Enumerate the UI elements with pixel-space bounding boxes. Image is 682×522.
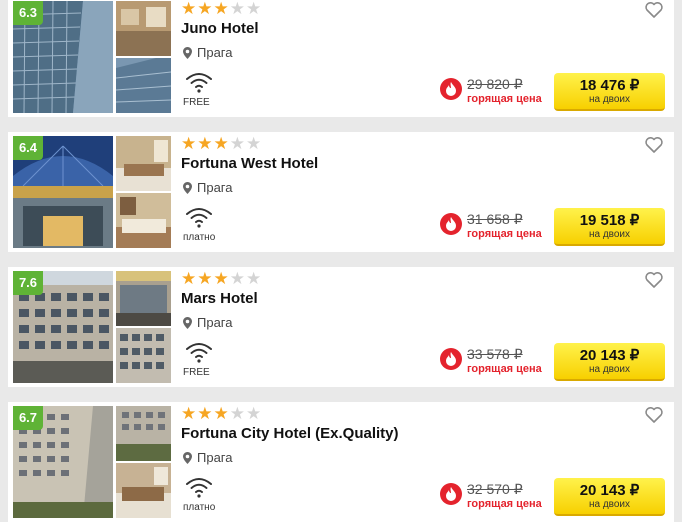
wifi-icon xyxy=(186,73,212,93)
price-note: на двоих xyxy=(588,94,631,105)
hotel-location: Прага xyxy=(183,45,233,60)
star-icon: ★ xyxy=(246,134,263,153)
favorite-heart-icon[interactable] xyxy=(644,270,664,290)
price-amount: 20 143 ₽ xyxy=(579,347,640,364)
price-button[interactable]: 19 518 ₽ на двоих xyxy=(554,208,665,246)
star-icon: ★ xyxy=(229,269,246,288)
wifi-label: платно xyxy=(183,502,216,513)
hotel-card[interactable]: 6.3 ★★★★★ Juno Hotel Прага FREE 29 820 ₽… xyxy=(8,0,674,117)
hotel-photo-thumb[interactable] xyxy=(116,1,171,56)
city-label: Прага xyxy=(197,450,233,465)
hot-price-flame-icon xyxy=(440,78,462,100)
star-icon: ★ xyxy=(197,404,214,423)
hotel-photo-thumb[interactable] xyxy=(116,58,171,113)
hotel-name[interactable]: Fortuna City Hotel (Ex.Quality) xyxy=(181,425,399,442)
city-label: Прага xyxy=(197,180,233,195)
wifi-icon xyxy=(186,478,212,498)
hotel-photo-thumb[interactable] xyxy=(116,406,171,461)
star-icon: ★ xyxy=(246,269,263,288)
hotel-photo-thumb[interactable] xyxy=(116,328,171,383)
star-rating: ★★★★★ xyxy=(181,135,262,153)
price-button[interactable]: 18 476 ₽ на двоих xyxy=(554,73,665,111)
hotel-location: Прага xyxy=(183,450,233,465)
hotel-photo-thumb[interactable] xyxy=(116,193,171,248)
old-price: 31 658 ₽ xyxy=(467,211,523,227)
hot-price-flame-icon xyxy=(440,348,462,370)
price-amount: 19 518 ₽ xyxy=(579,212,640,229)
rating-badge: 6.3 xyxy=(13,1,43,25)
hot-price-label: горящая цена xyxy=(467,93,542,105)
hotel-name[interactable]: Fortuna West Hotel xyxy=(181,155,318,172)
star-rating: ★★★★★ xyxy=(181,270,262,288)
star-icon: ★ xyxy=(229,0,246,18)
star-rating: ★★★★★ xyxy=(181,405,262,423)
price-button[interactable]: 20 143 ₽ на двоих xyxy=(554,343,665,381)
star-icon: ★ xyxy=(197,269,214,288)
star-icon: ★ xyxy=(213,134,230,153)
hot-price-flame-icon xyxy=(440,213,462,235)
hotel-card[interactable]: 6.7 ★★★★★ Fortuna City Hotel (Ex.Quality… xyxy=(8,402,674,522)
rating-badge: 6.4 xyxy=(13,136,43,160)
rating-badge: 6.7 xyxy=(13,406,43,430)
star-icon: ★ xyxy=(197,0,214,18)
wifi-label: FREE xyxy=(183,367,210,378)
star-icon: ★ xyxy=(213,269,230,288)
location-pin-icon xyxy=(183,451,192,464)
star-icon: ★ xyxy=(181,134,198,153)
hot-price-label: горящая цена xyxy=(467,498,542,510)
star-icon: ★ xyxy=(229,134,246,153)
price-note: на двоих xyxy=(588,499,631,510)
price-note: на двоих xyxy=(588,229,631,240)
wifi-icon xyxy=(186,343,212,363)
star-icon: ★ xyxy=(181,404,198,423)
price-button[interactable]: 20 143 ₽ на двоих xyxy=(554,478,665,516)
old-price: 33 578 ₽ xyxy=(467,346,523,362)
price-amount: 20 143 ₽ xyxy=(579,482,640,499)
location-pin-icon xyxy=(183,46,192,59)
star-rating: ★★★★★ xyxy=(181,0,262,18)
star-icon: ★ xyxy=(181,269,198,288)
hotel-location: Прага xyxy=(183,315,233,330)
star-icon: ★ xyxy=(197,134,214,153)
hotel-photo-thumb[interactable] xyxy=(116,271,171,326)
wifi-icon xyxy=(186,208,212,228)
city-label: Прага xyxy=(197,45,233,60)
wifi-label: платно xyxy=(183,232,216,243)
hotel-card[interactable]: 7.6 ★★★★★ Mars Hotel Прага FREE 33 578 ₽… xyxy=(8,267,674,387)
price-note: на двоих xyxy=(588,364,631,375)
hotel-location: Прага xyxy=(183,180,233,195)
star-icon: ★ xyxy=(246,0,263,18)
hotel-photo-thumb[interactable] xyxy=(116,136,171,191)
hotel-card[interactable]: 6.4 ★★★★★ Fortuna West Hotel Прага платн… xyxy=(8,132,674,252)
old-price: 29 820 ₽ xyxy=(467,76,523,92)
hotel-name[interactable]: Juno Hotel xyxy=(181,20,259,37)
location-pin-icon xyxy=(183,316,192,329)
favorite-heart-icon[interactable] xyxy=(644,0,664,20)
hot-price-label: горящая цена xyxy=(467,228,542,240)
star-icon: ★ xyxy=(246,404,263,423)
hotel-photo-thumb[interactable] xyxy=(116,463,171,518)
wifi-label: FREE xyxy=(183,97,210,108)
star-icon: ★ xyxy=(181,0,198,18)
hot-price-flame-icon xyxy=(440,483,462,505)
star-icon: ★ xyxy=(229,404,246,423)
price-amount: 18 476 ₽ xyxy=(579,77,640,94)
rating-badge: 7.6 xyxy=(13,271,43,295)
location-pin-icon xyxy=(183,181,192,194)
favorite-heart-icon[interactable] xyxy=(644,405,664,425)
city-label: Прага xyxy=(197,315,233,330)
hotel-name[interactable]: Mars Hotel xyxy=(181,290,258,307)
hot-price-label: горящая цена xyxy=(467,363,542,375)
favorite-heart-icon[interactable] xyxy=(644,135,664,155)
star-icon: ★ xyxy=(213,0,230,18)
star-icon: ★ xyxy=(213,404,230,423)
old-price: 32 570 ₽ xyxy=(467,481,523,497)
